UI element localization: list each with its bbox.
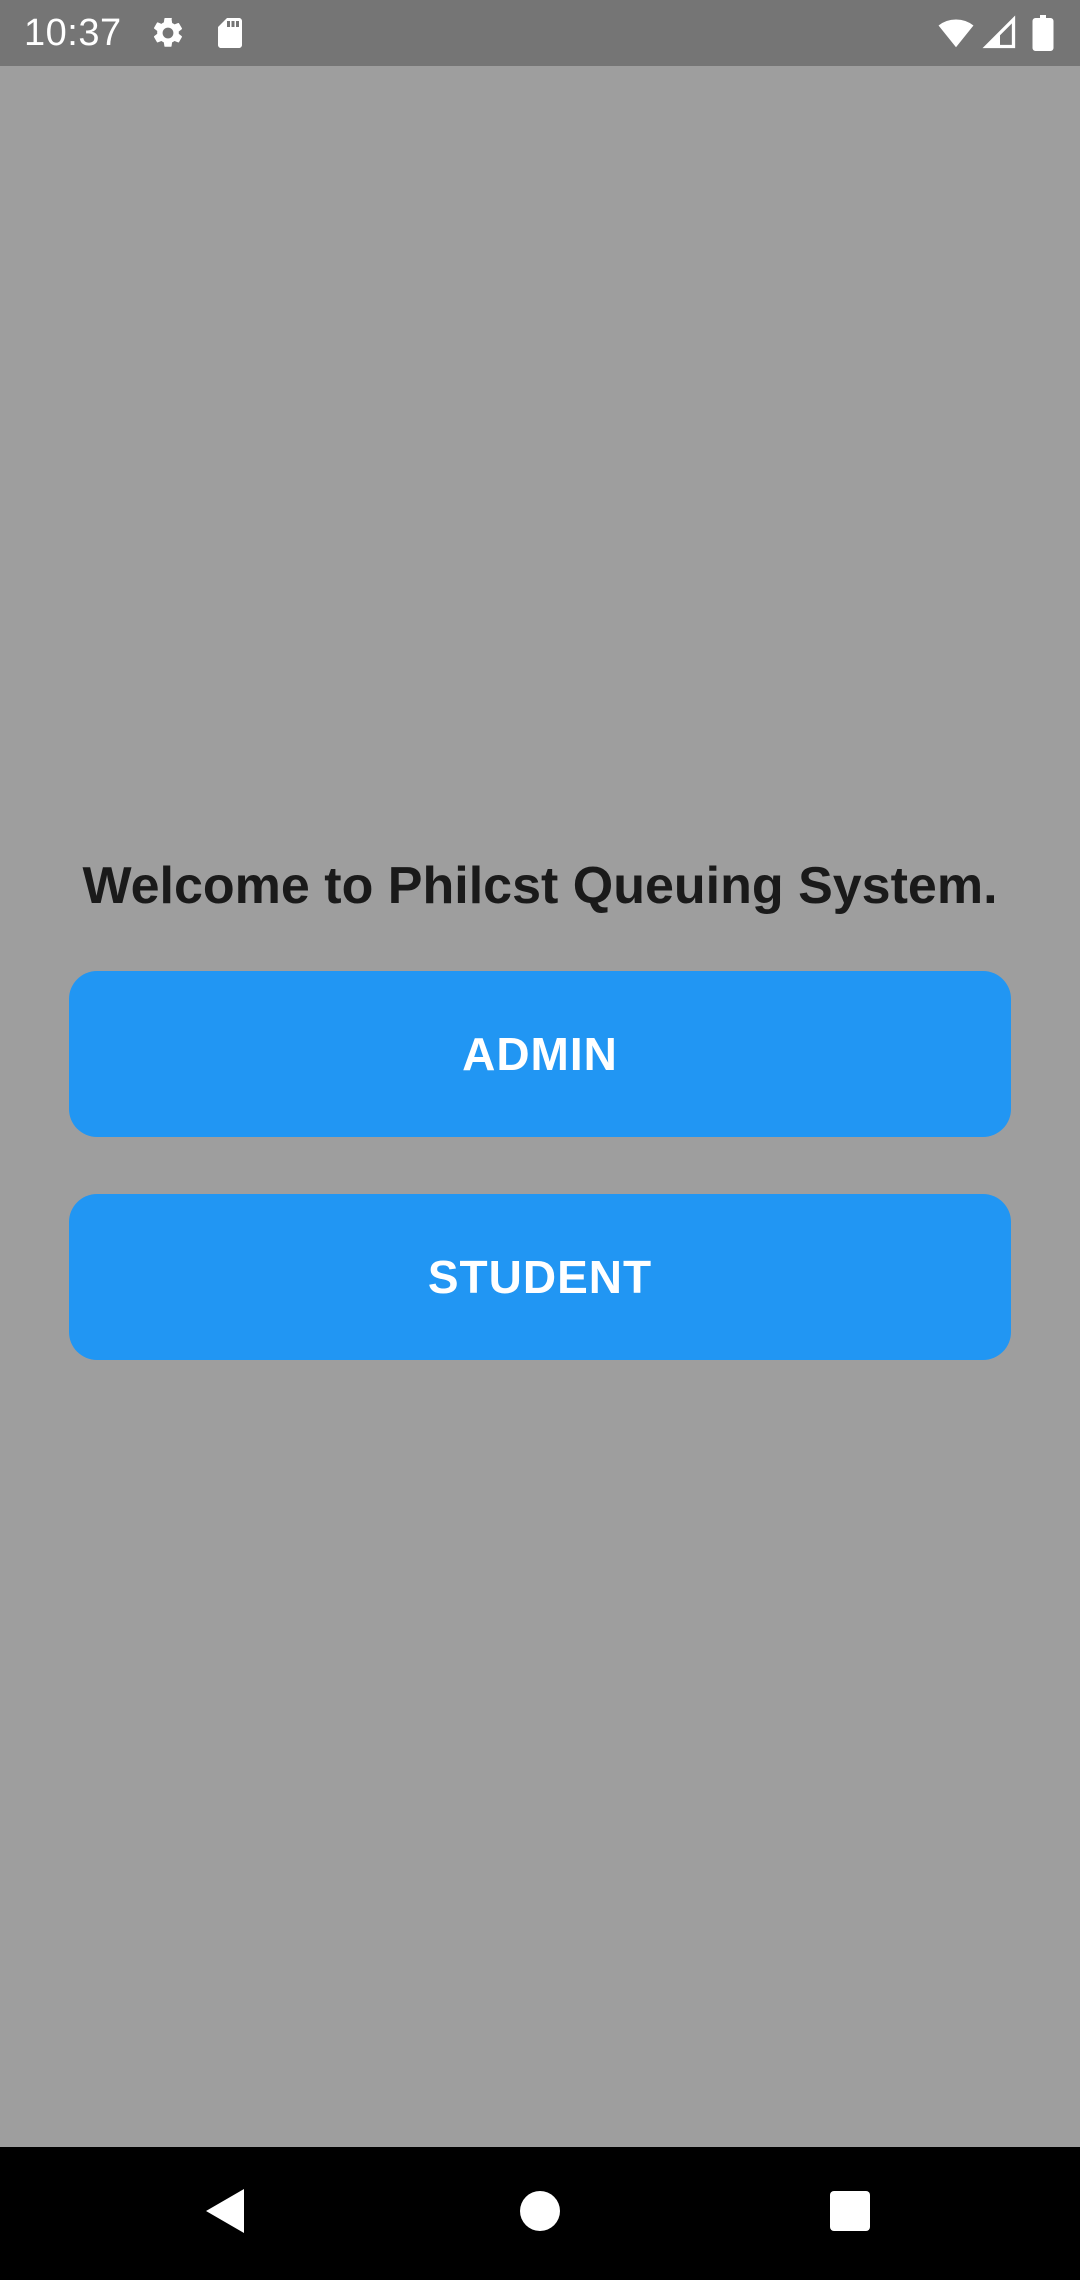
back-icon xyxy=(204,2187,248,2240)
student-button[interactable]: STUDENT xyxy=(69,1194,1011,1360)
settings-icon xyxy=(150,15,186,51)
status-bar: 10:37 xyxy=(0,0,1080,66)
home-icon xyxy=(519,2190,561,2237)
wifi-icon xyxy=(936,15,976,51)
navigation-bar xyxy=(0,2147,1080,2280)
recents-icon xyxy=(829,2190,871,2237)
back-button[interactable] xyxy=(186,2173,266,2253)
status-time: 10:37 xyxy=(24,12,122,54)
signal-icon xyxy=(982,15,1018,51)
app-screen: 10:37 Welcome to Philcst Queuing System.… xyxy=(0,0,1080,2280)
battery-icon xyxy=(1030,15,1056,51)
welcome-heading: Welcome to Philcst Queuing System. xyxy=(82,857,998,915)
recents-button[interactable] xyxy=(810,2173,890,2253)
admin-button[interactable]: ADMIN xyxy=(69,971,1011,1137)
sd-card-icon xyxy=(212,15,248,51)
home-button[interactable] xyxy=(500,2173,580,2253)
